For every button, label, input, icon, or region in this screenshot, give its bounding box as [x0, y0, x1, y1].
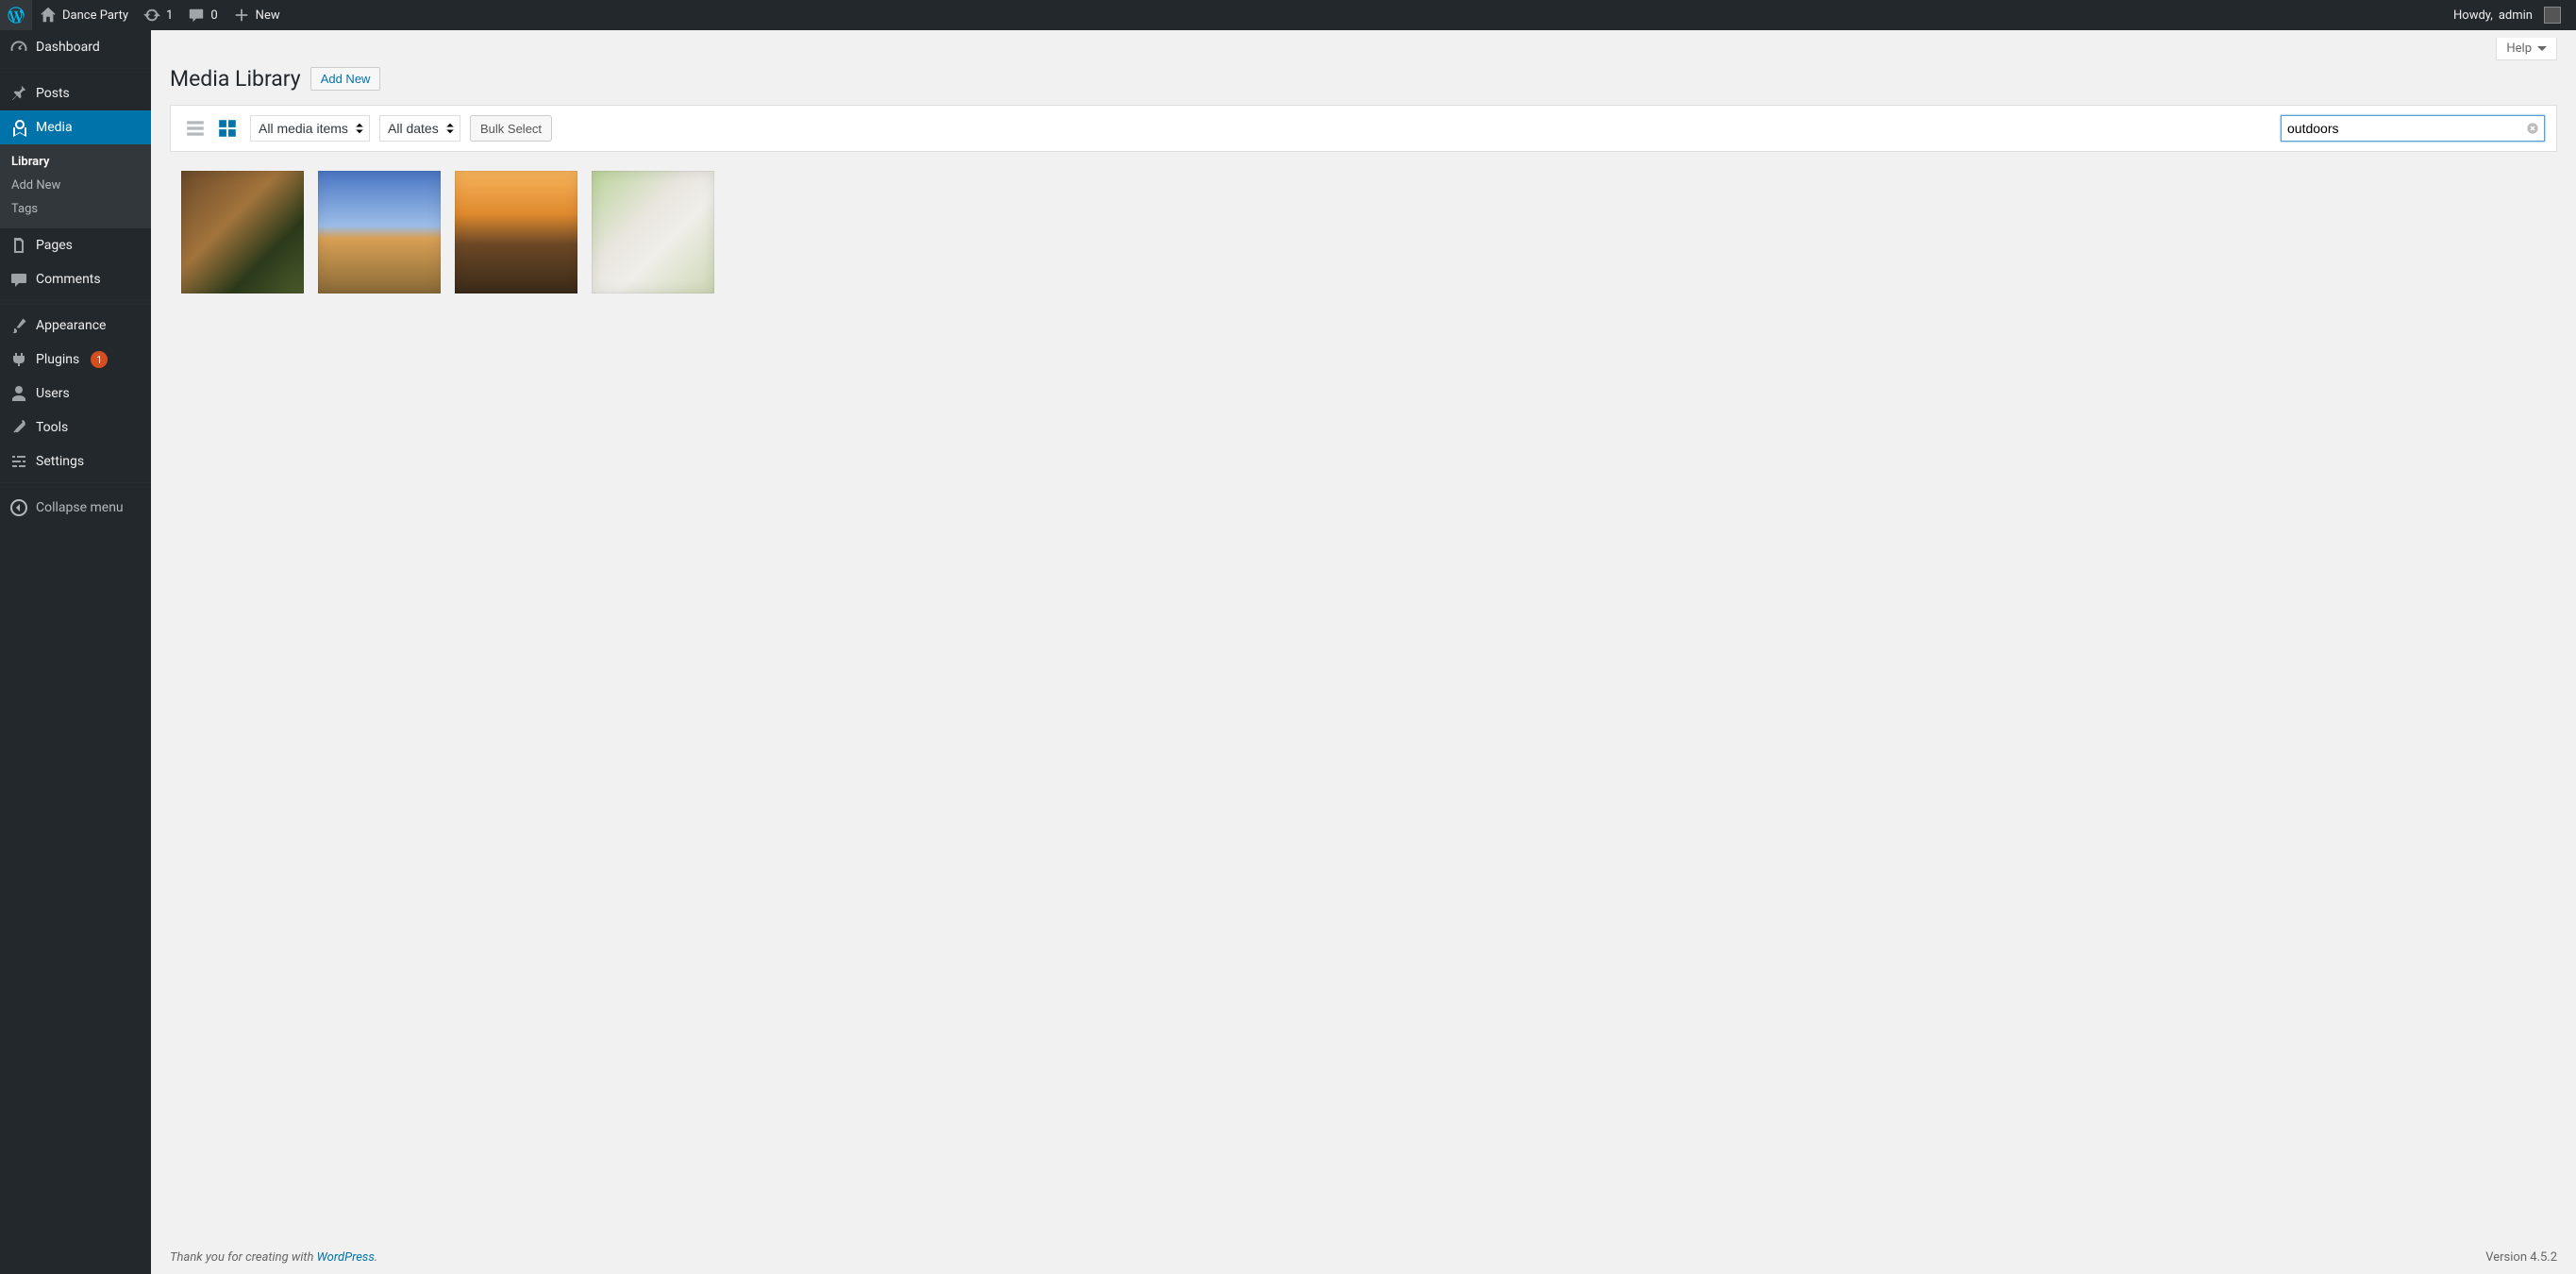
sidebar-item-dashboard[interactable]: Dashboard [0, 30, 151, 64]
comments-icon [9, 270, 28, 289]
username: admin [2499, 8, 2533, 23]
page-title: Media Library [170, 66, 301, 92]
sidebar-item-pages[interactable]: Pages [0, 228, 151, 262]
page-icon [9, 236, 28, 255]
sidebar-item-posts[interactable]: Posts [0, 76, 151, 110]
media-item[interactable] [455, 171, 577, 293]
media-item[interactable] [181, 171, 304, 293]
admin-sidebar: Dashboard Posts Media Library Add New Ta… [0, 30, 151, 1274]
clear-search-icon[interactable] [2526, 122, 2539, 135]
media-icon [9, 118, 28, 137]
comment-icon [188, 7, 205, 24]
sidebar-subitem-library[interactable]: Library [0, 150, 151, 174]
help-tab[interactable]: Help [2496, 38, 2557, 60]
plus-icon [233, 7, 250, 24]
comments-link[interactable]: 0 [180, 0, 225, 30]
help-label: Help [2506, 42, 2532, 56]
update-icon [143, 7, 160, 24]
new-content-link[interactable]: New [226, 0, 288, 30]
sidebar-label: Comments [36, 272, 101, 287]
sidebar-label: Posts [36, 86, 70, 101]
version-text: Version 4.5.2 [2485, 1250, 2557, 1265]
media-item[interactable] [592, 171, 714, 293]
list-icon [185, 118, 206, 139]
grid-icon [217, 118, 238, 139]
view-list-button[interactable] [182, 115, 209, 142]
sidebar-item-plugins[interactable]: Plugins 1 [0, 343, 151, 377]
comments-count: 0 [210, 8, 217, 23]
sidebar-subitem-add-new[interactable]: Add New [0, 174, 151, 197]
sidebar-label: Appearance [36, 318, 106, 333]
updates-link[interactable]: 1 [136, 0, 180, 30]
main-content: Help Media Library Add New All media ite… [151, 30, 2576, 1274]
footer-period: . [375, 1250, 377, 1265]
media-toolbar: All media items All dates Bulk Select [170, 105, 2557, 152]
avatar [2544, 7, 2561, 24]
sidebar-label: Collapse menu [36, 500, 124, 515]
sidebar-item-tools[interactable]: Tools [0, 411, 151, 444]
sidebar-item-media[interactable]: Media [0, 110, 151, 144]
media-grid [170, 171, 2557, 293]
sidebar-label: Pages [36, 238, 73, 253]
view-grid-button[interactable] [214, 115, 241, 142]
site-name: Dance Party [62, 8, 128, 23]
collapse-icon [9, 498, 28, 517]
bulk-select-button[interactable]: Bulk Select [470, 115, 552, 142]
plugins-update-badge: 1 [91, 351, 108, 368]
sidebar-label: Media [36, 120, 73, 135]
sidebar-label: Settings [36, 454, 84, 469]
filter-date-select[interactable]: All dates [379, 115, 460, 142]
admin-footer: Thank you for creating with WordPress. V… [151, 1241, 2576, 1274]
sliders-icon [9, 452, 28, 471]
wrench-icon [9, 418, 28, 437]
wordpress-icon [8, 7, 25, 24]
media-submenu: Library Add New Tags [0, 144, 151, 228]
howdy-prefix: Howdy, [2453, 8, 2493, 23]
sidebar-subitem-tags[interactable]: Tags [0, 197, 151, 221]
chevron-down-icon [2537, 44, 2547, 54]
search-input[interactable] [2281, 115, 2545, 142]
add-new-button[interactable]: Add New [310, 67, 381, 91]
pin-icon [9, 84, 28, 103]
filter-type-select[interactable]: All media items [250, 115, 370, 142]
sidebar-label: Dashboard [36, 40, 100, 55]
wp-logo[interactable] [0, 0, 32, 30]
plugin-icon [9, 350, 28, 369]
admin-bar: Dance Party 1 0 New Howdy, admin [0, 0, 2576, 30]
account-link[interactable]: Howdy, admin [2446, 0, 2568, 30]
wordpress-link[interactable]: WordPress [317, 1250, 375, 1265]
home-icon [40, 7, 57, 24]
sidebar-item-users[interactable]: Users [0, 377, 151, 411]
updates-count: 1 [166, 8, 173, 23]
sidebar-collapse[interactable]: Collapse menu [0, 491, 151, 525]
site-name-link[interactable]: Dance Party [32, 0, 136, 30]
media-item[interactable] [318, 171, 441, 293]
dashboard-icon [9, 38, 28, 57]
user-icon [9, 384, 28, 403]
sidebar-label: Users [36, 386, 70, 401]
sidebar-label: Tools [36, 420, 68, 435]
new-label: New [256, 8, 280, 23]
sidebar-label: Plugins [36, 352, 79, 367]
footer-thankyou: Thank you for creating with [170, 1250, 317, 1265]
sidebar-item-appearance[interactable]: Appearance [0, 309, 151, 343]
brush-icon [9, 316, 28, 335]
sidebar-item-comments[interactable]: Comments [0, 262, 151, 296]
sidebar-item-settings[interactable]: Settings [0, 444, 151, 478]
